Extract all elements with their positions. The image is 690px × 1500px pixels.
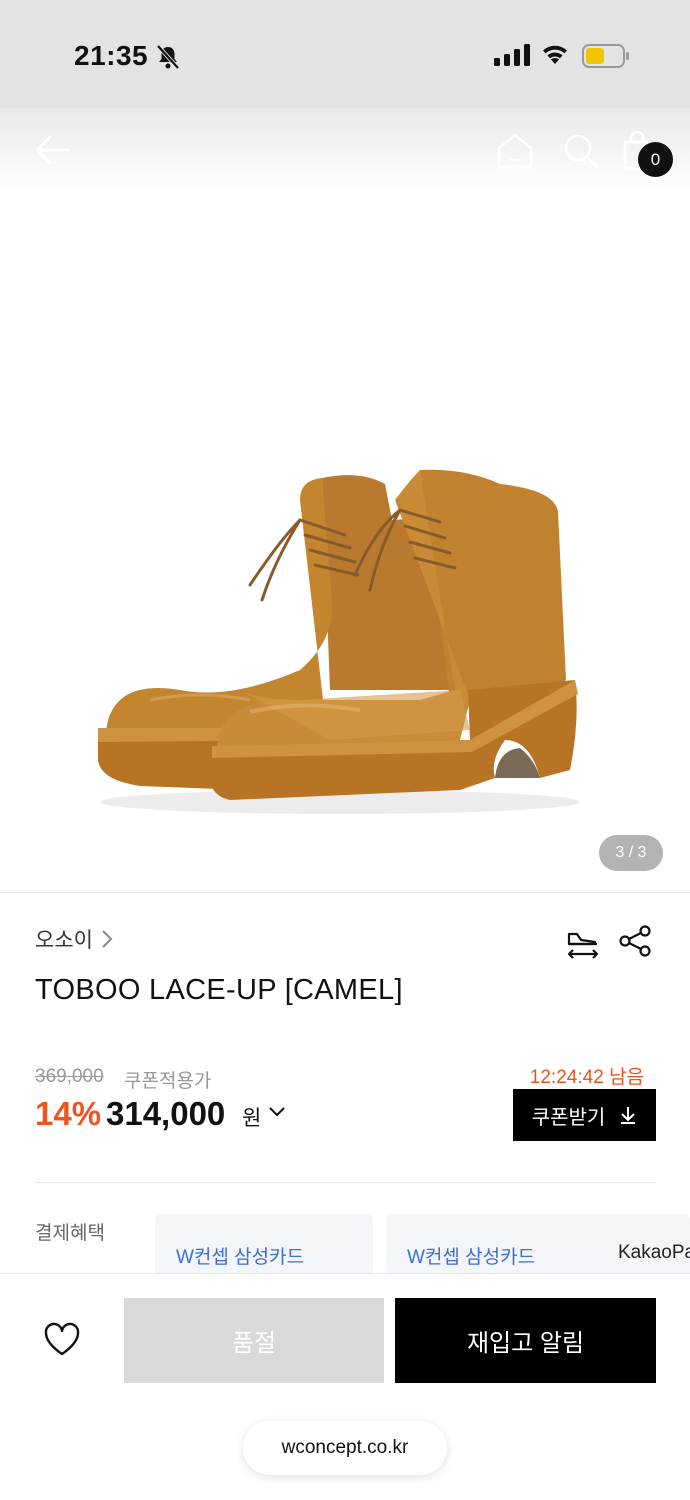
cellular-signal-icon — [494, 44, 530, 66]
heart-icon[interactable] — [42, 1321, 82, 1357]
chevron-down-icon[interactable] — [268, 1106, 286, 1118]
coupon-download-button[interactable]: 쿠폰받기 — [513, 1089, 656, 1141]
benefit-card[interactable]: W컨셉 삼성카드 — [386, 1214, 604, 1274]
wifi-icon — [543, 45, 567, 64]
soldout-button: 품절 — [124, 1298, 384, 1383]
benefit-card[interactable]: KakaoPay — [597, 1214, 690, 1274]
coupon-button-label: 쿠폰받기 — [531, 1106, 606, 1129]
home-icon[interactable] — [494, 130, 536, 172]
top-navigation — [0, 108, 690, 192]
restock-alert-button[interactable]: 재입고 알림 — [395, 1298, 656, 1383]
status-bar: 21:35 — [0, 0, 690, 108]
currency-unit: 원 — [242, 1107, 262, 1130]
boots-illustration — [98, 469, 580, 814]
search-icon[interactable] — [560, 130, 602, 172]
battery-icon — [582, 44, 629, 68]
image-counter: 3 / 3 — [599, 835, 663, 871]
benefit-card[interactable]: W컨셉 삼성카드 — [155, 1214, 373, 1274]
browser-url-bar[interactable]: wconcept.co.kr — [243, 1421, 447, 1475]
brand-link[interactable]: 오소이 — [35, 924, 113, 954]
coupon-timer: 12:24:42 남음 — [529, 1067, 644, 1088]
chevron-right-icon — [102, 930, 113, 948]
divider — [0, 892, 690, 893]
product-title: TOBOO LACE-UP [CAMEL] — [35, 974, 403, 1006]
discount-rate: 14% — [35, 1095, 102, 1132]
product-image[interactable] — [0, 192, 690, 892]
bell-off-icon — [156, 44, 180, 70]
share-icon[interactable] — [618, 924, 652, 958]
download-icon — [621, 1107, 636, 1124]
original-price: 369,000 — [35, 1066, 104, 1087]
arrow-left-icon[interactable] — [30, 130, 74, 170]
cart-count-badge: 0 — [638, 142, 673, 177]
divider — [35, 1182, 656, 1183]
brand-name: 오소이 — [35, 929, 93, 952]
sale-price: 314,000 — [106, 1095, 226, 1132]
status-time: 21:35 — [74, 40, 149, 71]
fitting-compare-icon[interactable] — [565, 924, 601, 960]
coupon-price-label: 쿠폰적용가 — [124, 1071, 212, 1092]
payment-benefits-label: 결제혜택 — [35, 1223, 105, 1244]
